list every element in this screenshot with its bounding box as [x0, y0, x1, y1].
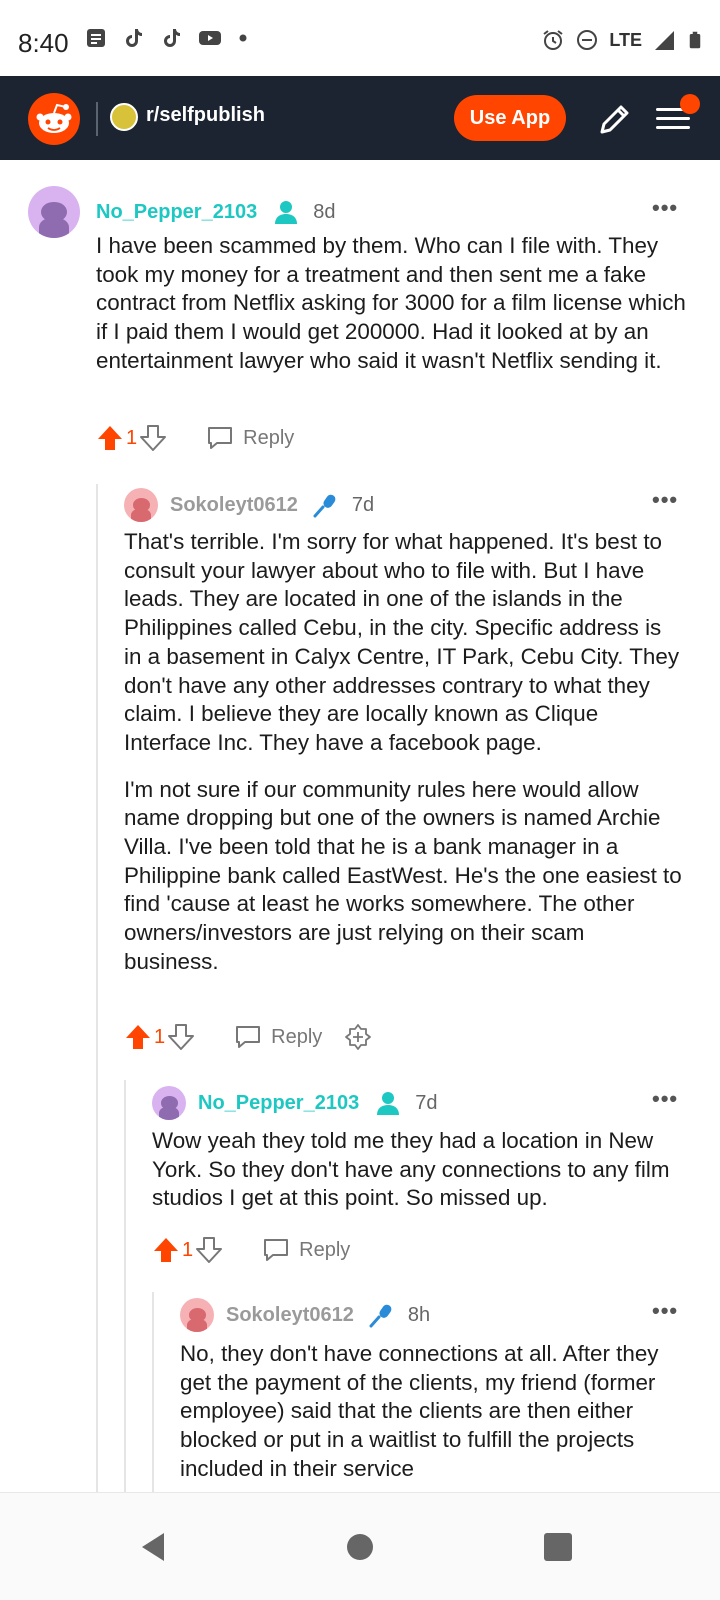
reply-button[interactable]: Reply [233, 1023, 322, 1051]
reply-button[interactable]: Reply [205, 424, 294, 452]
system-nav-bar [0, 1492, 720, 1600]
comment-paragraph: I'm not sure if our community rules here… [124, 776, 682, 974]
comment-header: No_Pepper_2103 8d [28, 186, 335, 238]
more-options-icon[interactable]: ••• [652, 487, 678, 513]
notification-dot [680, 94, 700, 114]
comment-paragraph: No, they don't have connections at all. … [180, 1341, 659, 1481]
username[interactable]: No_Pepper_2103 [198, 1092, 359, 1115]
comment-bubble-icon [236, 1026, 261, 1048]
comment-actions: 1 Reply [124, 1023, 372, 1051]
use-app-button[interactable]: Use App [454, 95, 566, 141]
more-options-icon[interactable]: ••• [652, 1086, 678, 1112]
comment-header: No_Pepper_2103 7d [152, 1086, 437, 1120]
status-icons-right: LTE [541, 28, 704, 52]
header-divider [96, 102, 98, 136]
upvote-icon[interactable] [96, 424, 124, 452]
signal-icon [655, 31, 674, 50]
more-options-icon[interactable]: ••• [652, 195, 678, 221]
reddit-alien-icon [36, 103, 72, 133]
home-icon[interactable] [340, 1527, 380, 1567]
upvote-icon[interactable] [152, 1236, 180, 1264]
microphone-icon [369, 1304, 392, 1328]
status-time: 8:40 [18, 28, 69, 58]
upvote-icon[interactable] [124, 1023, 152, 1051]
award-icon[interactable] [344, 1023, 372, 1051]
avatar[interactable] [28, 186, 80, 238]
reply-button[interactable]: Reply [261, 1236, 350, 1264]
comment-age: 7d [415, 1091, 438, 1114]
comment-actions: 1 Reply [96, 424, 294, 452]
thread-line-2[interactable] [124, 1080, 126, 1492]
vote-count: 1 [126, 426, 138, 449]
comment-paragraph: Wow yeah they told me they had a locatio… [152, 1128, 670, 1211]
status-icons-left [84, 26, 250, 50]
more-options-icon[interactable]: ••• [652, 1298, 678, 1324]
reddit-logo[interactable] [28, 93, 80, 145]
username[interactable]: Sokoleyt0612 [170, 494, 298, 517]
avatar[interactable] [124, 488, 158, 522]
status-bar: 8:40 LTE [0, 0, 720, 76]
downvote-icon[interactable] [139, 424, 167, 452]
subreddit-name[interactable]: r/selfpublish [146, 104, 265, 127]
network-label: LTE [609, 29, 642, 50]
comment-age: 8h [407, 1303, 431, 1326]
comment-paragraph: That's terrible. I'm sorry for what happ… [124, 529, 680, 755]
thread-line-3[interactable] [152, 1292, 154, 1492]
comment-header: Sokoleyt0612 7d [124, 488, 374, 522]
battery-icon [689, 31, 701, 49]
reply-label: Reply [271, 1025, 323, 1048]
downvote-icon[interactable] [195, 1236, 223, 1264]
avatar[interactable] [152, 1086, 186, 1120]
dot-icon [239, 34, 247, 42]
comment-bubble-icon [264, 1239, 289, 1261]
comment-body: Wow yeah they told me they had a locatio… [152, 1127, 692, 1213]
comment-paragraph: I have been scammed by them. Who can I f… [96, 233, 686, 373]
back-icon[interactable] [134, 1527, 174, 1567]
avatar[interactable] [180, 1298, 214, 1332]
username[interactable]: Sokoleyt0612 [226, 1304, 354, 1327]
thread-line-1[interactable] [96, 484, 98, 1492]
tiktok-icon [164, 29, 180, 47]
reply-label: Reply [299, 1238, 351, 1261]
person-icon [275, 201, 298, 224]
comment-body: No, they don't have connections at all. … [180, 1340, 690, 1484]
username[interactable]: No_Pepper_2103 [96, 201, 257, 224]
comment-body: That's terrible. I'm sorry for what happ… [124, 528, 684, 977]
comment-bubble-icon [208, 427, 233, 449]
comment-age: 8d [313, 200, 336, 223]
recents-icon[interactable] [538, 1527, 578, 1567]
pencil-icon[interactable] [594, 100, 634, 140]
comment-actions: 1 Reply [152, 1236, 350, 1264]
dnd-icon [577, 30, 598, 50]
alarm-icon [543, 30, 563, 50]
person-icon [377, 1092, 400, 1115]
comment-age: 7d [351, 493, 375, 516]
comment-body: I have been scammed by them. Who can I f… [96, 232, 696, 376]
tiktok-icon [126, 29, 142, 47]
comment-header: Sokoleyt0612 8h [180, 1298, 430, 1332]
microphone-icon [313, 494, 336, 518]
subreddit-icon [110, 103, 138, 131]
downvote-icon[interactable] [167, 1023, 195, 1051]
vote-count: 1 [154, 1025, 166, 1048]
app-header: r/selfpublish Use App [0, 76, 720, 160]
notes-icon [87, 29, 105, 47]
youtube-icon [199, 31, 221, 45]
reply-label: Reply [243, 426, 295, 449]
vote-count: 1 [182, 1238, 194, 1261]
